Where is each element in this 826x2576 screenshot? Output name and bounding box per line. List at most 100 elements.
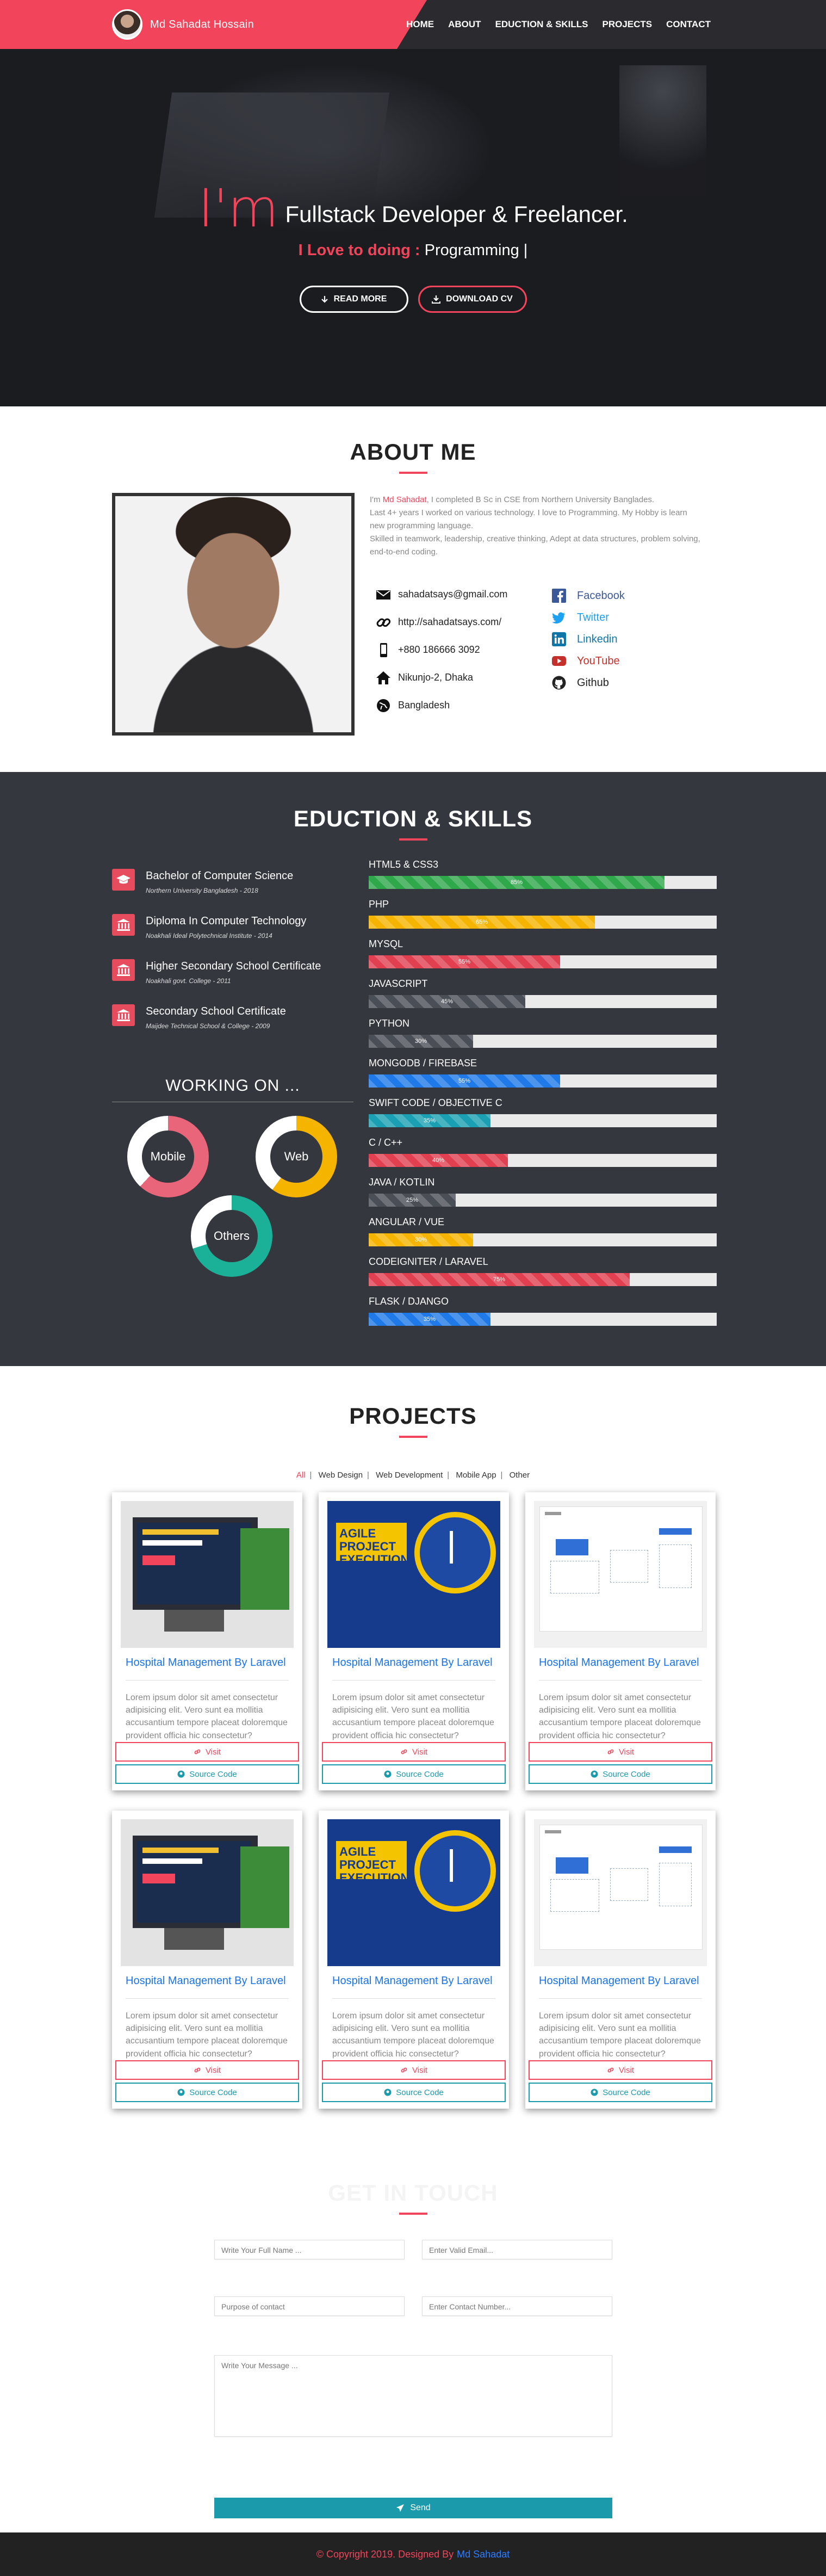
intro-prefix: I'm: [370, 495, 381, 504]
skill-row: JAVA / KOTLIN 25%: [369, 1177, 717, 1216]
source-code-button[interactable]: Source Code: [529, 2083, 712, 2102]
skill-row: HTML5 & CSS3 85%: [369, 859, 717, 899]
github-link[interactable]: Github: [552, 672, 625, 694]
nav-brand[interactable]: Md Sahadat Hossain: [0, 0, 427, 49]
visit-button[interactable]: Visit: [115, 2060, 299, 2080]
contact-phone-text: +880 186666 3092: [398, 644, 480, 655]
source-code-label: Source Code: [396, 1769, 444, 1779]
filter-mobile-app[interactable]: Mobile App: [456, 1471, 496, 1480]
send-label: Send: [410, 2503, 431, 2512]
skill-bars: HTML5 & CSS3 85% PHP 65% MYSQL 55% JAVASCRIPT 4…: [369, 859, 717, 1336]
projects-title: PROJECTS: [349, 1403, 477, 1429]
project-description: Lorem ipsum dolor sit amet consectetur a…: [539, 1693, 701, 1740]
university-icon: [112, 959, 135, 981]
education-list: Bachelor of Computer Science Northern Uni…: [112, 869, 351, 1049]
skill-name: SWIFT CODE / OBJECTIVE C: [369, 1097, 502, 1108]
source-code-button[interactable]: Source Code: [115, 1764, 299, 1784]
email-input[interactable]: Enter Valid Email...: [422, 2240, 612, 2259]
contact-phone: +880 186666 3092: [375, 636, 544, 664]
about-line2: Last 4+ years I worked on various techno…: [370, 508, 687, 530]
skill-row: PHP 65%: [369, 899, 717, 938]
education-place: Maijdee Technical School & College - 200…: [146, 1022, 270, 1030]
source-code-label: Source Code: [189, 1769, 237, 1779]
footer-author-link[interactable]: Md Sahadat: [457, 2549, 510, 2560]
title-underline: [399, 2213, 427, 2215]
project-title[interactable]: Hospital Management By Laravel: [539, 1975, 702, 1999]
project-card: AGILE PROJECT EXECUTION Hospital Management…: [319, 1492, 509, 1790]
skill-fill: 65%: [369, 916, 595, 929]
education-title: Bachelor of Computer Science: [146, 870, 294, 882]
full-name-input[interactable]: Write Your Full Name ...: [214, 2240, 405, 2259]
visit-button[interactable]: Visit: [322, 1742, 506, 1762]
skill-track: 65%: [369, 916, 717, 929]
profile-photo: [112, 493, 355, 736]
link-icon: [194, 2067, 201, 2073]
read-more-button[interactable]: READ MORE: [299, 286, 408, 313]
skill-name: C / C++: [369, 1137, 403, 1148]
project-card: AGILE PROJECT EXECUTION Hospital Management…: [319, 1811, 509, 2109]
project-title[interactable]: Hospital Management By Laravel: [539, 1657, 702, 1681]
project-title[interactable]: Hospital Management By Laravel: [126, 1657, 289, 1681]
education-title: Secondary School Certificate: [146, 1005, 286, 1017]
home-icon: [376, 671, 390, 684]
skill-fill: 40%: [369, 1154, 508, 1167]
filter-web-design[interactable]: Web Design: [319, 1471, 363, 1480]
contact-email-text: sahadatsays@gmail.com: [398, 589, 508, 600]
hero-love-value: Programming |: [424, 242, 528, 260]
project-title[interactable]: Hospital Management By Laravel: [332, 1657, 495, 1681]
source-code-button[interactable]: Source Code: [322, 2083, 506, 2102]
contact-number-input[interactable]: Enter Contact Number...: [422, 2296, 612, 2316]
education-item: Bachelor of Computer Science Northern Uni…: [112, 869, 351, 894]
mobile-icon: [380, 643, 387, 657]
youtube-link[interactable]: YouTube: [552, 650, 625, 672]
nav-contact[interactable]: CONTACT: [666, 19, 711, 30]
twitter-link[interactable]: Twitter: [552, 607, 625, 628]
skill-fill: 35%: [369, 1114, 490, 1127]
source-code-label: Source Code: [189, 2087, 237, 2097]
filter-all[interactable]: All: [296, 1471, 306, 1480]
message-textarea[interactable]: Write Your Message ...: [214, 2355, 612, 2437]
nav-about[interactable]: ABOUT: [448, 19, 481, 30]
skill-name: PYTHON: [369, 1018, 410, 1029]
skill-fill: 45%: [369, 995, 525, 1008]
skill-track: 40%: [369, 1154, 717, 1167]
nav-education-skills[interactable]: EDUCTION & SKILLS: [495, 19, 588, 30]
contact-website: http://sahadatsays.com/: [375, 608, 544, 636]
visit-button[interactable]: Visit: [115, 1742, 299, 1762]
twitter-label: Twitter: [577, 611, 609, 623]
linkedin-link[interactable]: Linkedin: [552, 628, 625, 650]
link-icon: [401, 2067, 407, 2073]
visit-button[interactable]: Visit: [529, 2060, 712, 2080]
filter-other[interactable]: Other: [510, 1471, 530, 1480]
facebook-link[interactable]: Facebook: [552, 585, 625, 607]
skill-track: 55%: [369, 955, 717, 968]
about-section: ABOUT ME I'm Md Sahadat, I completed B S…: [0, 406, 826, 772]
project-thumbnail: [534, 1819, 707, 1966]
project-title[interactable]: Hospital Management By Laravel: [126, 1975, 289, 1999]
skill-name: HTML5 & CSS3: [369, 859, 439, 870]
download-icon: [432, 295, 441, 304]
skill-track: 25%: [369, 1194, 717, 1207]
send-button[interactable]: Send: [214, 2498, 612, 2518]
source-code-button[interactable]: Source Code: [322, 1764, 506, 1784]
download-cv-button[interactable]: DOWNLOAD CV: [418, 286, 527, 313]
social-links: Facebook Twitter Linkedin YouTube Github: [552, 585, 625, 694]
nav-projects[interactable]: PROJECTS: [603, 19, 653, 30]
visit-button[interactable]: Visit: [322, 2060, 506, 2080]
link-icon: [607, 2067, 614, 2073]
skill-track: 35%: [369, 1114, 717, 1127]
source-code-button[interactable]: Source Code: [115, 2083, 299, 2102]
link-icon: [194, 1749, 201, 1755]
hero-role: Fullstack Developer & Freelancer.: [285, 201, 628, 227]
contact-address-text: Nikunjo-2, Dhaka: [398, 672, 474, 683]
project-description: Lorem ipsum dolor sit amet consectetur a…: [332, 2011, 494, 2059]
visit-button[interactable]: Visit: [529, 1742, 712, 1762]
source-code-button[interactable]: Source Code: [529, 1764, 712, 1784]
title-underline: [399, 1436, 427, 1438]
purpose-input[interactable]: Purpose of contact: [214, 2296, 405, 2316]
project-title[interactable]: Hospital Management By Laravel: [332, 1975, 495, 1999]
nav-home[interactable]: HOME: [406, 19, 434, 30]
hero-love-label: I Love to doing :: [298, 242, 420, 260]
contact-country: Bangladesh: [375, 691, 544, 719]
filter-web-development[interactable]: Web Development: [376, 1471, 443, 1480]
